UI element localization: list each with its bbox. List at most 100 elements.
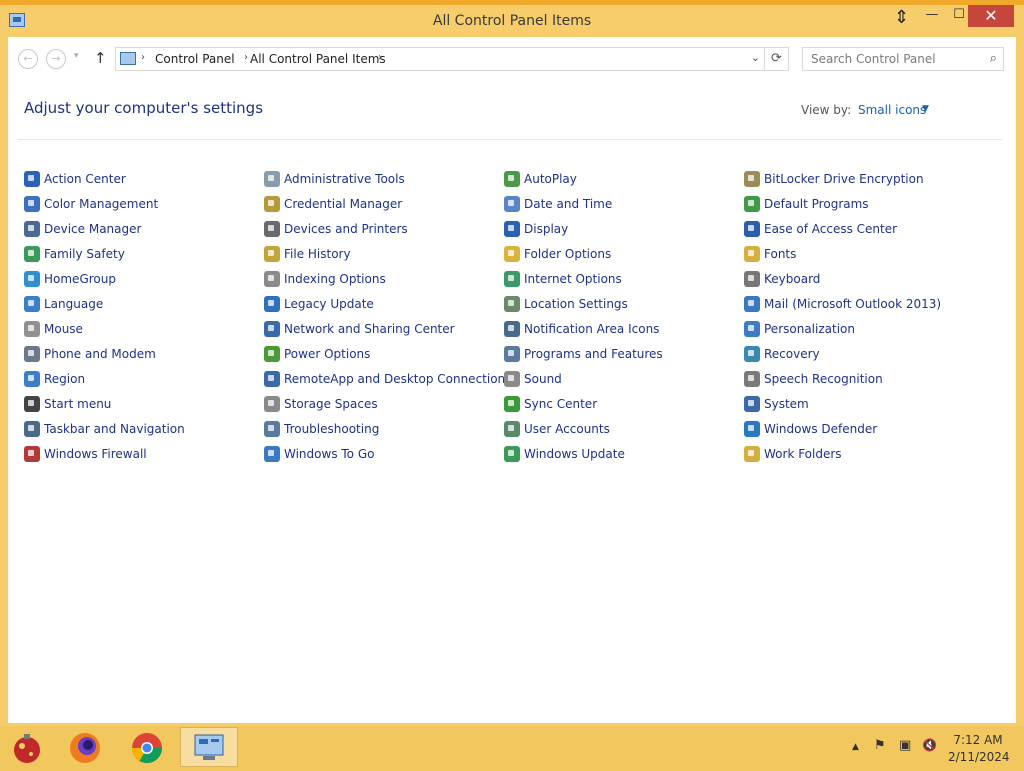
item-label[interactable]: HomeGroup: [44, 272, 116, 286]
item-label[interactable]: Network and Sharing Center: [284, 322, 455, 336]
item-label[interactable]: Troubleshooting: [284, 422, 379, 436]
item-label[interactable]: Region: [44, 372, 85, 386]
item-windows-defender[interactable]: Windows Defender: [744, 416, 984, 441]
address-dropdown-icon[interactable]: ⌄: [751, 51, 760, 64]
item-device-manager[interactable]: Device Manager: [24, 216, 264, 241]
breadcrumb-separator[interactable]: ›: [378, 52, 382, 63]
minimize-button[interactable]: —: [917, 5, 947, 27]
item-label[interactable]: Folder Options: [524, 247, 611, 261]
item-label[interactable]: Sound: [524, 372, 562, 386]
item-label[interactable]: Legacy Update: [284, 297, 374, 311]
item-administrative-tools[interactable]: Administrative Tools: [264, 166, 504, 191]
item-windows-to-go[interactable]: Windows To Go: [264, 441, 504, 466]
network-icon[interactable]: ▣: [899, 738, 911, 753]
refresh-button[interactable]: ⟳: [765, 47, 789, 71]
item-action-center[interactable]: Action Center: [24, 166, 264, 191]
item-family-safety[interactable]: Family Safety: [24, 241, 264, 266]
breadcrumb-separator[interactable]: ›: [244, 52, 248, 63]
item-label[interactable]: Windows Firewall: [44, 447, 147, 461]
item-bitlocker-drive-encryption[interactable]: BitLocker Drive Encryption: [744, 166, 984, 191]
item-label[interactable]: Windows Update: [524, 447, 625, 461]
forward-button[interactable]: →: [46, 49, 66, 69]
item-mail-microsoft-outlook-2013[interactable]: Mail (Microsoft Outlook 2013): [744, 291, 984, 316]
item-label[interactable]: AutoPlay: [524, 172, 577, 186]
item-label[interactable]: Action Center: [44, 172, 126, 186]
item-label[interactable]: Notification Area Icons: [524, 322, 659, 336]
item-label[interactable]: Storage Spaces: [284, 397, 378, 411]
item-power-options[interactable]: Power Options: [264, 341, 504, 366]
item-label[interactable]: Taskbar and Navigation: [44, 422, 185, 436]
taskbar-chrome[interactable]: [119, 727, 175, 767]
item-label[interactable]: Programs and Features: [524, 347, 663, 361]
item-label[interactable]: Start menu: [44, 397, 111, 411]
item-personalization[interactable]: Personalization: [744, 316, 984, 341]
item-legacy-update[interactable]: Legacy Update: [264, 291, 504, 316]
recent-locations-icon[interactable]: ▾: [74, 51, 79, 61]
item-remoteapp-and-desktop-connections[interactable]: RemoteApp and Desktop Connections: [264, 366, 511, 391]
clock-date[interactable]: 2/11/2024: [948, 750, 1010, 764]
address-bar[interactable]: › Control Panel › All Control Panel Item…: [115, 47, 765, 71]
item-start-menu[interactable]: Start menu: [24, 391, 264, 416]
item-ease-of-access-center[interactable]: Ease of Access Center: [744, 216, 984, 241]
show-hidden-icons-button[interactable]: ▲: [852, 742, 859, 752]
item-label[interactable]: Indexing Options: [284, 272, 386, 286]
item-label[interactable]: Personalization: [764, 322, 855, 336]
item-label[interactable]: Family Safety: [44, 247, 125, 261]
item-indexing-options[interactable]: Indexing Options: [264, 266, 504, 291]
item-label[interactable]: Color Management: [44, 197, 158, 211]
item-label[interactable]: Keyboard: [764, 272, 820, 286]
item-network-and-sharing-center[interactable]: Network and Sharing Center: [264, 316, 504, 341]
item-label[interactable]: BitLocker Drive Encryption: [764, 172, 924, 186]
close-button[interactable]: ✕: [968, 5, 1014, 27]
view-by-dropdown[interactable]: Small icons: [858, 103, 926, 117]
item-work-folders[interactable]: Work Folders: [744, 441, 984, 466]
item-windows-update[interactable]: Windows Update: [504, 441, 744, 466]
item-color-management[interactable]: Color Management: [24, 191, 264, 216]
item-sync-center[interactable]: Sync Center: [504, 391, 744, 416]
item-windows-firewall[interactable]: Windows Firewall: [24, 441, 264, 466]
item-default-programs[interactable]: Default Programs: [744, 191, 984, 216]
item-sound[interactable]: Sound: [504, 366, 744, 391]
item-autoplay[interactable]: AutoPlay: [504, 166, 744, 191]
item-mouse[interactable]: Mouse: [24, 316, 264, 341]
item-language[interactable]: Language: [24, 291, 264, 316]
item-folder-options[interactable]: Folder Options: [504, 241, 744, 266]
breadcrumb-separator[interactable]: ›: [141, 52, 145, 63]
item-label[interactable]: Internet Options: [524, 272, 622, 286]
item-internet-options[interactable]: Internet Options: [504, 266, 744, 291]
item-region[interactable]: Region: [24, 366, 264, 391]
back-button[interactable]: ←: [18, 49, 38, 69]
action-center-flag-icon[interactable]: ⚑: [874, 738, 886, 753]
item-label[interactable]: System: [764, 397, 809, 411]
search-icon[interactable]: ⌕: [990, 51, 997, 66]
taskbar-ornament-app[interactable]: [0, 727, 56, 767]
item-system[interactable]: System: [744, 391, 984, 416]
taskbar-firefox[interactable]: [58, 727, 114, 767]
item-label[interactable]: Recovery: [764, 347, 820, 361]
item-troubleshooting[interactable]: Troubleshooting: [264, 416, 504, 441]
item-homegroup[interactable]: HomeGroup: [24, 266, 264, 291]
item-devices-and-printers[interactable]: Devices and Printers: [264, 216, 504, 241]
breadcrumb-control-panel[interactable]: Control Panel: [155, 52, 235, 66]
item-taskbar-and-navigation[interactable]: Taskbar and Navigation: [24, 416, 264, 441]
item-label[interactable]: Device Manager: [44, 222, 141, 236]
search-box[interactable]: ⌕: [802, 47, 1004, 71]
clock-time[interactable]: 7:12 AM: [948, 733, 1008, 747]
item-date-and-time[interactable]: Date and Time: [504, 191, 744, 216]
item-label[interactable]: Windows Defender: [764, 422, 877, 436]
item-label[interactable]: Windows To Go: [284, 447, 374, 461]
item-label[interactable]: Mouse: [44, 322, 83, 336]
taskbar-control-panel[interactable]: [180, 727, 238, 767]
item-fonts[interactable]: Fonts: [744, 241, 984, 266]
breadcrumb-all-items[interactable]: All Control Panel Items: [250, 52, 386, 66]
chevron-down-icon[interactable]: ▼: [922, 104, 929, 114]
item-label[interactable]: User Accounts: [524, 422, 610, 436]
item-user-accounts[interactable]: User Accounts: [504, 416, 744, 441]
item-credential-manager[interactable]: Credential Manager: [264, 191, 504, 216]
item-label[interactable]: Credential Manager: [284, 197, 402, 211]
item-label[interactable]: Date and Time: [524, 197, 612, 211]
item-label[interactable]: Mail (Microsoft Outlook 2013): [764, 297, 941, 311]
item-label[interactable]: Language: [44, 297, 103, 311]
item-label[interactable]: Sync Center: [524, 397, 597, 411]
item-label[interactable]: Speech Recognition: [764, 372, 883, 386]
